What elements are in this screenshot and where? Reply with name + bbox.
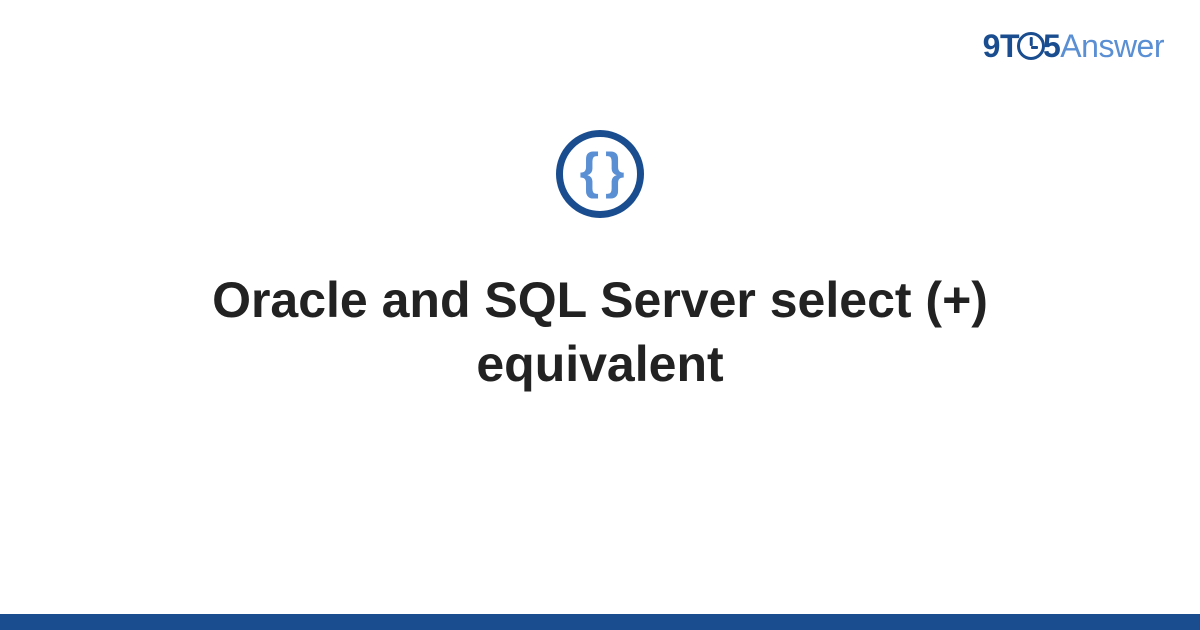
site-logo: 9T 5Answer	[983, 28, 1164, 65]
logo-text-9t: 9T	[983, 28, 1019, 64]
logo-text-5: 5	[1043, 28, 1060, 64]
code-braces-icon: { }	[556, 130, 644, 218]
main-content: { } Oracle and SQL Server select (+) equ…	[0, 130, 1200, 396]
clock-icon	[1017, 32, 1045, 60]
page-title: Oracle and SQL Server select (+) equival…	[100, 268, 1100, 396]
braces-glyph: { }	[580, 146, 621, 196]
logo-text-answer: Answer	[1060, 28, 1164, 64]
footer-bar	[0, 614, 1200, 630]
